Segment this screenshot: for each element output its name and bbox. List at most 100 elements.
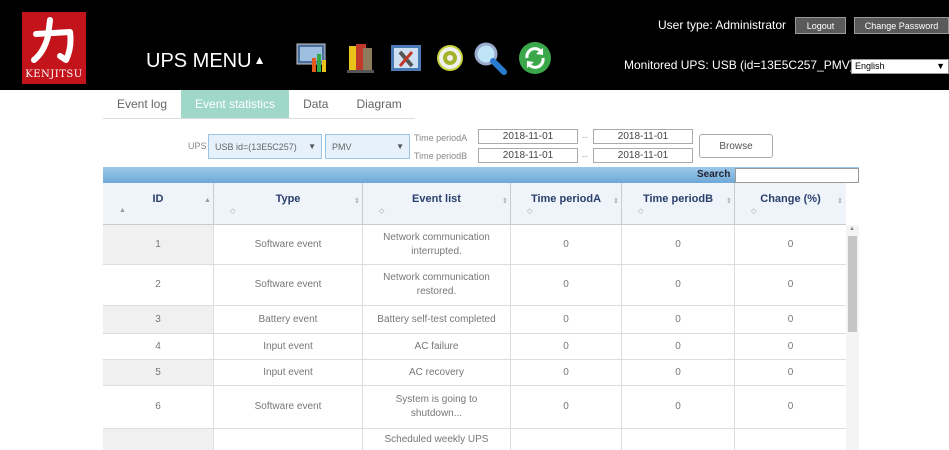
cell-id: 4: [103, 334, 214, 359]
cell-change: [735, 429, 846, 450]
menu-title: UPS MENU: [146, 50, 252, 72]
table-header: ID ▲ ▲ Type ◇ ⇕ Event list ◇ ⇕ Time peri…: [103, 183, 846, 225]
ups-select[interactable]: USB id=(13E5C257) ▼: [208, 134, 322, 159]
cell-period-a: 0: [511, 225, 622, 264]
chart-icon[interactable]: [294, 40, 330, 76]
cell-change: 0: [787, 340, 794, 352]
ups-select-value: USB id=(13E5C257): [215, 141, 297, 152]
sort-icon: ◇: [751, 208, 757, 215]
cell-id: 6: [103, 386, 214, 428]
column-label: Type: [275, 193, 301, 205]
ups-menu-toggle[interactable]: UPS MENU ▲: [146, 50, 265, 73]
tab-event-statistics[interactable]: Event statistics: [181, 90, 290, 118]
column-header-id[interactable]: ID ▲ ▲: [103, 183, 214, 225]
settings-gear-icon[interactable]: [432, 40, 468, 76]
column-header-type[interactable]: Type ◇ ⇕: [214, 183, 363, 225]
period-a-label: Time periodA: [414, 133, 468, 143]
search-label: Search: [697, 169, 731, 180]
period-a-start-date[interactable]: 2018-11-01: [478, 129, 578, 144]
refresh-icon[interactable]: [517, 40, 553, 76]
scrollbar-thumb[interactable]: [848, 236, 857, 332]
column-label: ID: [152, 193, 164, 205]
logo-text: KENJITSU: [25, 69, 83, 80]
ups-label: UPS: [188, 141, 207, 151]
kanji-logo-icon: [31, 17, 74, 63]
cell-id: [103, 429, 214, 450]
cell-event: Network communication restored.: [363, 265, 511, 305]
sort-icon: ▲: [119, 207, 126, 214]
cell-change: 0: [787, 366, 794, 378]
table-row[interactable]: 5 Input event AC recovery 0 0 0: [103, 360, 846, 386]
magnifier-icon[interactable]: [472, 40, 508, 76]
language-select[interactable]: English ▼: [851, 59, 949, 74]
cell-event: AC failure: [363, 334, 511, 359]
cell-type: Software event: [214, 225, 363, 264]
period-b-separator: --: [582, 151, 588, 161]
change-password-button[interactable]: Change Password: [854, 17, 949, 34]
cell-id: 5: [103, 360, 214, 385]
column-header-time-period-b[interactable]: Time periodB ◇ ⇕: [622, 183, 735, 225]
column-header-event-list[interactable]: Event list ◇ ⇕: [363, 183, 511, 225]
tools-icon[interactable]: [388, 40, 424, 76]
cell-id: 2: [103, 265, 214, 305]
tab-data[interactable]: Data: [289, 90, 342, 118]
cell-period-b: 0: [622, 265, 735, 305]
chevron-down-icon: ▼: [936, 61, 945, 71]
model-select-chevron-icon: ▼: [396, 142, 404, 151]
column-header-change[interactable]: Change (%) ◇ ⇕: [735, 183, 846, 225]
sort-icon: ⇕: [354, 198, 360, 205]
cell-period-b: [622, 429, 735, 450]
cell-change: 0: [787, 401, 794, 412]
view-tabs: Event log Event statistics Data Diagram: [103, 90, 416, 118]
table-row[interactable]: 1 Software event Network communication i…: [103, 225, 846, 265]
cell-period-b: 0: [622, 225, 735, 264]
cell-period-b: 0: [622, 306, 735, 333]
user-type-label: User type: Administrator: [658, 18, 787, 32]
cell-type: Input event: [214, 360, 363, 385]
sort-icon: ◇: [230, 208, 236, 215]
sort-icon: ◇: [527, 208, 533, 215]
column-header-time-period-a[interactable]: Time periodA ◇ ⇕: [511, 183, 622, 225]
table-row[interactable]: 6 Software event System is going to shut…: [103, 386, 846, 429]
period-a-end-date[interactable]: 2018-11-01: [593, 129, 693, 144]
cell-period-a: [511, 429, 622, 450]
cell-period-a: 0: [511, 334, 622, 359]
cell-type: [214, 429, 363, 450]
search-input[interactable]: [735, 168, 859, 183]
period-b-end-date[interactable]: 2018-11-01: [593, 148, 693, 163]
sort-icon: ◇: [379, 208, 385, 215]
tab-divider: [103, 118, 415, 119]
table-row[interactable]: 2 Software event Network communication r…: [103, 265, 846, 306]
cell-change: 0: [787, 238, 794, 250]
model-select[interactable]: PMV ▼: [325, 134, 410, 159]
browse-button[interactable]: Browse: [699, 134, 773, 158]
cell-period-a: 0: [511, 306, 622, 333]
tab-diagram[interactable]: Diagram: [342, 90, 415, 118]
cell-period-a: 0: [511, 265, 622, 305]
documents-icon[interactable]: [342, 40, 378, 76]
sort-asc-icon: ▲: [204, 197, 211, 204]
model-select-value: PMV: [332, 141, 352, 152]
cell-type: Battery event: [214, 306, 363, 333]
table-row[interactable]: Scheduled weekly UPS: [103, 429, 846, 450]
cell-period-a: 0: [511, 386, 622, 428]
scroll-up-icon[interactable]: ▲: [849, 226, 855, 232]
tab-event-log[interactable]: Event log: [103, 90, 181, 118]
period-b-start-date[interactable]: 2018-11-01: [478, 148, 578, 163]
column-label: Time periodB: [642, 193, 714, 205]
cell-period-b: 0: [622, 360, 735, 385]
cell-type: Software event: [214, 265, 363, 305]
cell-period-b: 0: [622, 334, 735, 359]
sort-icon: ⇕: [613, 198, 619, 205]
sort-icon: ⇕: [837, 198, 843, 205]
column-label: Change (%): [760, 193, 821, 205]
language-value: English: [855, 61, 885, 71]
logout-button[interactable]: Logout: [795, 17, 846, 34]
cell-id: 3: [103, 306, 214, 333]
cell-event: Battery self-test completed: [363, 306, 511, 333]
period-a-separator: --: [582, 132, 588, 142]
table-row[interactable]: 3 Battery event Battery self-test comple…: [103, 306, 846, 334]
column-label: Event list: [412, 193, 461, 205]
sort-icon: ⇕: [502, 198, 508, 205]
table-row[interactable]: 4 Input event AC failure 0 0 0: [103, 334, 846, 360]
